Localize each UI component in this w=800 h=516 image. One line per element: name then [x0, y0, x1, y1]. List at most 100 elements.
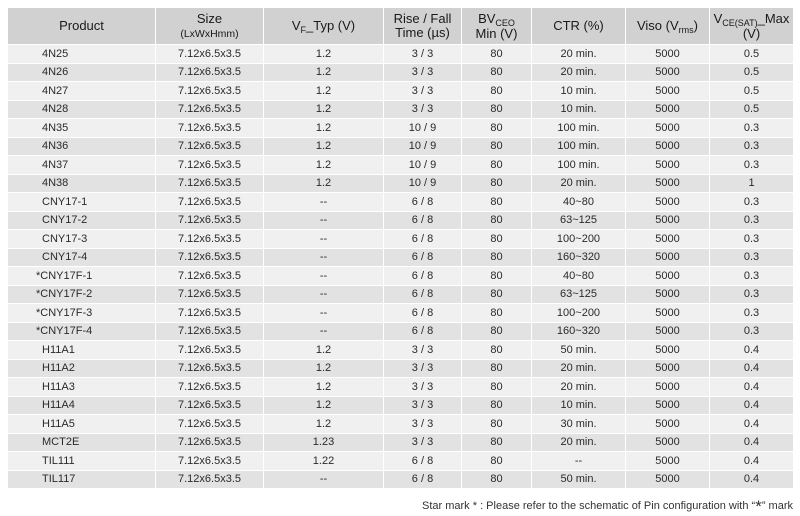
cell-size: 7.12x6.5x3.5	[155, 451, 264, 471]
cell-ctr: 40~80	[531, 266, 626, 286]
cell-size: 7.12x6.5x3.5	[155, 210, 264, 230]
cell-size: 7.12x6.5x3.5	[155, 155, 264, 175]
cell-size: 7.12x6.5x3.5	[155, 358, 264, 378]
cell-vf-typ: 1.2	[263, 136, 384, 156]
cell-size: 7.12x6.5x3.5	[155, 173, 264, 193]
cell-product: CNY17-4	[7, 247, 156, 267]
cell-bvceo: 80	[461, 210, 532, 230]
cell-bvceo: 80	[461, 99, 532, 119]
cell-bvceo: 80	[461, 136, 532, 156]
cell-rise-fall: 10 / 9	[383, 155, 462, 175]
cell-product: H11A5	[7, 414, 156, 434]
cell-vf-typ: 1.2	[263, 395, 384, 415]
cell-ctr: 100 min.	[531, 155, 626, 175]
cell-ctr: 160~320	[531, 247, 626, 267]
cell-product: TIL117	[7, 469, 156, 489]
cell-viso: 5000	[625, 432, 710, 452]
cell-bvceo: 80	[461, 284, 532, 304]
cell-rise-fall: 6 / 8	[383, 210, 462, 230]
cell-ctr: 30 min.	[531, 414, 626, 434]
cell-vcesat-max: 0.4	[709, 451, 794, 471]
cell-ctr: 100~200	[531, 229, 626, 249]
cell-product: 4N38	[7, 173, 156, 193]
cell-product: 4N26	[7, 62, 156, 82]
cell-vf-typ: --	[263, 229, 384, 249]
header-ctr: CTR (%)	[531, 7, 626, 45]
cell-viso: 5000	[625, 340, 710, 360]
cell-vf-typ: 1.2	[263, 377, 384, 397]
cell-viso: 5000	[625, 395, 710, 415]
cell-vcesat-max: 0.3	[709, 266, 794, 286]
cell-ctr: 10 min.	[531, 99, 626, 119]
cell-viso: 5000	[625, 451, 710, 471]
cell-rise-fall: 6 / 8	[383, 321, 462, 341]
cell-vcesat-max: 0.5	[709, 81, 794, 101]
cell-ctr: 40~80	[531, 192, 626, 212]
cell-rise-fall: 10 / 9	[383, 173, 462, 193]
table-row: 4N36 7.12x6.5x3.5 1.2 10 / 9 80 100 min. 5000 0…	[7, 136, 794, 156]
cell-product: H11A3	[7, 377, 156, 397]
cell-bvceo: 80	[461, 340, 532, 360]
cell-product: 4N37	[7, 155, 156, 175]
table-row: *CNY17F-2 7.12x6.5x3.5 -- 6 / 8 80 63~125 5000…	[7, 284, 794, 304]
table-row: H11A3 7.12x6.5x3.5 1.2 3 / 3 80 20 min. 5000 0.…	[7, 377, 794, 397]
cell-vf-typ: 1.2	[263, 340, 384, 360]
cell-size: 7.12x6.5x3.5	[155, 284, 264, 304]
cell-viso: 5000	[625, 192, 710, 212]
cell-viso: 5000	[625, 210, 710, 230]
cell-bvceo: 80	[461, 118, 532, 138]
cell-vf-typ: --	[263, 321, 384, 341]
cell-vf-typ: 1.2	[263, 81, 384, 101]
cell-viso: 5000	[625, 469, 710, 489]
table-row: H11A1 7.12x6.5x3.5 1.2 3 / 3 80 50 min. 5000 0.…	[7, 340, 794, 360]
cell-ctr: 100 min.	[531, 136, 626, 156]
cell-ctr: 160~320	[531, 321, 626, 341]
cell-vf-typ: 1.2	[263, 414, 384, 434]
cell-size: 7.12x6.5x3.5	[155, 303, 264, 323]
cell-vf-typ: 1.2	[263, 358, 384, 378]
cell-viso: 5000	[625, 303, 710, 323]
table-row: *CNY17F-4 7.12x6.5x3.5 -- 6 / 8 80 160~320 500…	[7, 321, 794, 341]
table-row: 4N37 7.12x6.5x3.5 1.2 10 / 9 80 100 min. 5000 0…	[7, 155, 794, 175]
table-row: H11A2 7.12x6.5x3.5 1.2 3 / 3 80 20 min. 5000 0.…	[7, 358, 794, 378]
cell-viso: 5000	[625, 321, 710, 341]
cell-product: *CNY17F-4	[7, 321, 156, 341]
cell-bvceo: 80	[461, 173, 532, 193]
cell-vcesat-max: 0.4	[709, 414, 794, 434]
cell-rise-fall: 3 / 3	[383, 395, 462, 415]
star-mark-glyph: *	[755, 497, 762, 516]
cell-bvceo: 80	[461, 155, 532, 175]
cell-vcesat-max: 0.3	[709, 303, 794, 323]
table-row: *CNY17F-3 7.12x6.5x3.5 -- 6 / 8 80 100~200 500…	[7, 303, 794, 323]
table-header-row: Product Size (LxWxHmm) VF_Typ (V) Rise / …	[7, 7, 794, 45]
cell-ctr: 10 min.	[531, 81, 626, 101]
cell-rise-fall: 10 / 9	[383, 118, 462, 138]
cell-product: MCT2E	[7, 432, 156, 452]
cell-size: 7.12x6.5x3.5	[155, 414, 264, 434]
cell-size: 7.12x6.5x3.5	[155, 469, 264, 489]
cell-viso: 5000	[625, 266, 710, 286]
cell-viso: 5000	[625, 44, 710, 64]
cell-vcesat-max: 0.4	[709, 358, 794, 378]
cell-size: 7.12x6.5x3.5	[155, 377, 264, 397]
cell-vcesat-max: 0.3	[709, 118, 794, 138]
cell-ctr: 20 min.	[531, 44, 626, 64]
cell-size: 7.12x6.5x3.5	[155, 118, 264, 138]
note-text-after: ” mark	[761, 500, 793, 512]
cell-bvceo: 80	[461, 358, 532, 378]
table-row: 4N27 7.12x6.5x3.5 1.2 3 / 3 80 10 min. 5000 0.5	[7, 81, 794, 101]
header-viso: Viso (Vrms)	[625, 7, 710, 45]
cell-rise-fall: 6 / 8	[383, 192, 462, 212]
cell-bvceo: 80	[461, 432, 532, 452]
cell-product: *CNY17F-3	[7, 303, 156, 323]
cell-bvceo: 80	[461, 266, 532, 286]
cell-vcesat-max: 0.4	[709, 377, 794, 397]
cell-product: H11A2	[7, 358, 156, 378]
cell-vcesat-max: 0.4	[709, 395, 794, 415]
cell-rise-fall: 3 / 3	[383, 62, 462, 82]
cell-product: 4N25	[7, 44, 156, 64]
cell-viso: 5000	[625, 229, 710, 249]
table-row: *CNY17F-1 7.12x6.5x3.5 -- 6 / 8 80 40~80 5000 0…	[7, 266, 794, 286]
cell-vcesat-max: 0.4	[709, 340, 794, 360]
cell-vcesat-max: 1	[709, 173, 794, 193]
